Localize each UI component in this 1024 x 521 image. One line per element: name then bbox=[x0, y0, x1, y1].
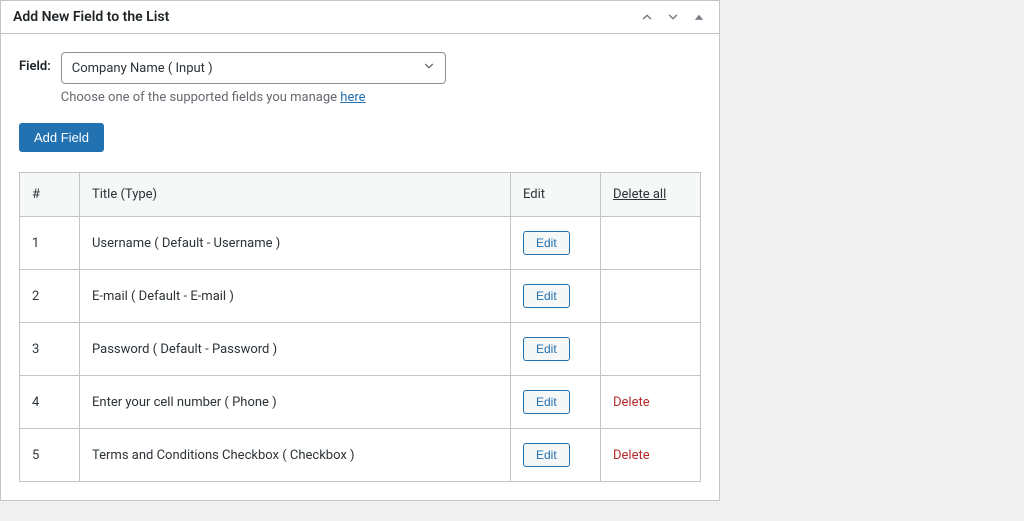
table-row: 5Terms and Conditions Checkbox ( Checkbo… bbox=[20, 429, 701, 482]
row-title: Terms and Conditions Checkbox ( Checkbox… bbox=[80, 429, 511, 482]
table-row: 3Password ( Default - Password ) Edit bbox=[20, 323, 701, 376]
row-delete-cell bbox=[601, 270, 701, 323]
row-delete-cell bbox=[601, 217, 701, 270]
edit-button[interactable]: Edit bbox=[523, 443, 570, 467]
row-delete-cell: Delete bbox=[601, 376, 701, 429]
fields-table: # Title (Type) Edit Delete all 1Username… bbox=[19, 172, 701, 482]
row-edit-cell: Edit bbox=[511, 270, 601, 323]
field-selector-row: Field: Company Name ( Input ) Choose one… bbox=[19, 52, 701, 105]
th-num: # bbox=[20, 173, 80, 217]
table-row: 4Enter your cell number ( Phone ) Edit Del… bbox=[20, 376, 701, 429]
row-edit-cell: Edit bbox=[511, 217, 601, 270]
edit-button[interactable]: Edit bbox=[523, 390, 570, 414]
row-num: 2 bbox=[20, 270, 80, 323]
panel-controls bbox=[639, 9, 707, 25]
row-num: 1 bbox=[20, 217, 80, 270]
row-num: 5 bbox=[20, 429, 80, 482]
metabox-body: Field: Company Name ( Input ) Choose one… bbox=[1, 34, 719, 500]
help-link[interactable]: here bbox=[340, 90, 365, 105]
edit-button[interactable]: Edit bbox=[523, 284, 570, 308]
row-edit-cell: Edit bbox=[511, 323, 601, 376]
th-title: Title (Type) bbox=[80, 173, 511, 217]
table-row: 1Username ( Default - Username ) Edit bbox=[20, 217, 701, 270]
move-down-icon[interactable] bbox=[665, 9, 681, 25]
row-delete-cell bbox=[601, 323, 701, 376]
row-title: Username ( Default - Username ) bbox=[80, 217, 511, 270]
row-title: Enter your cell number ( Phone ) bbox=[80, 376, 511, 429]
move-up-icon[interactable] bbox=[639, 9, 655, 25]
field-help-text: Choose one of the supported fields you m… bbox=[61, 90, 446, 105]
metabox-add-field: Add New Field to the List Field: Company… bbox=[0, 0, 720, 501]
table-header-row: # Title (Type) Edit Delete all bbox=[20, 173, 701, 217]
delete-all-link[interactable]: Delete all bbox=[613, 187, 666, 202]
field-input-col: Company Name ( Input ) Choose one of the… bbox=[61, 52, 446, 105]
row-edit-cell: Edit bbox=[511, 376, 601, 429]
field-select[interactable]: Company Name ( Input ) bbox=[61, 52, 446, 84]
row-delete-cell: Delete bbox=[601, 429, 701, 482]
fields-table-wrap: # Title (Type) Edit Delete all 1Username… bbox=[19, 172, 701, 482]
field-label: Field: bbox=[19, 52, 51, 74]
delete-link[interactable]: Delete bbox=[613, 395, 650, 410]
row-edit-cell: Edit bbox=[511, 429, 601, 482]
row-title: E-mail ( Default - E-mail ) bbox=[80, 270, 511, 323]
toggle-collapse-icon[interactable] bbox=[691, 9, 707, 25]
edit-button[interactable]: Edit bbox=[523, 337, 570, 361]
add-field-button[interactable]: Add Field bbox=[19, 123, 104, 152]
field-select-value: Company Name ( Input ) bbox=[61, 52, 446, 84]
delete-link[interactable]: Delete bbox=[613, 448, 650, 463]
table-row: 2E-mail ( Default - E-mail ) Edit bbox=[20, 270, 701, 323]
row-title: Password ( Default - Password ) bbox=[80, 323, 511, 376]
edit-button[interactable]: Edit bbox=[523, 231, 570, 255]
panel-title: Add New Field to the List bbox=[13, 9, 169, 25]
th-edit: Edit bbox=[511, 173, 601, 217]
row-num: 3 bbox=[20, 323, 80, 376]
metabox-header: Add New Field to the List bbox=[1, 1, 719, 34]
row-num: 4 bbox=[20, 376, 80, 429]
